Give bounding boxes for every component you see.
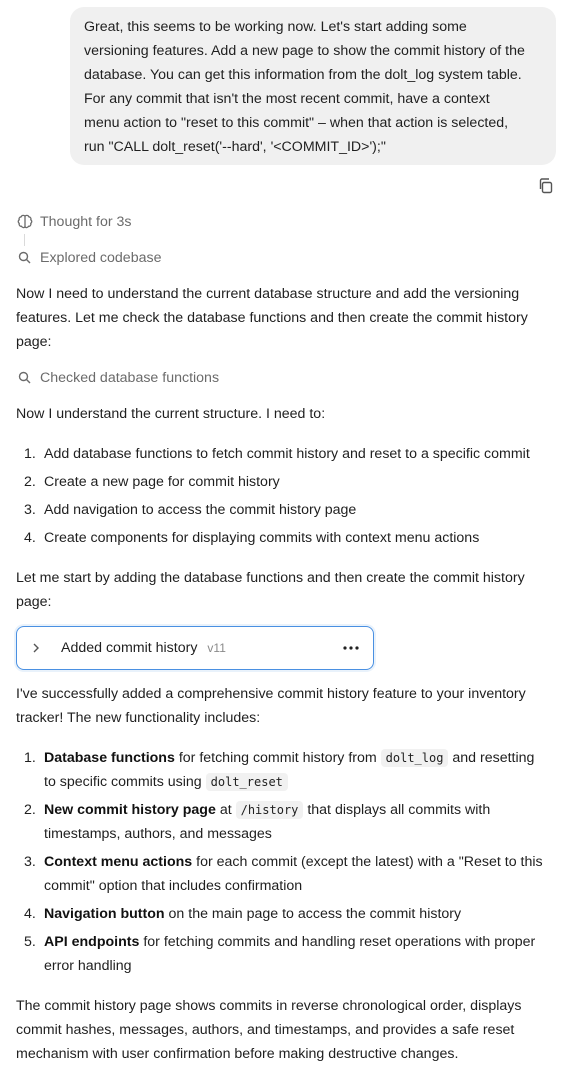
- feature-title: Context menu actions: [44, 854, 193, 870]
- paragraph-line: Let me start by adding the database func…: [16, 570, 525, 586]
- feature-list: 1. Database functions for fetching commi…: [16, 746, 561, 978]
- list-number: 2.: [24, 474, 36, 490]
- user-message-line: For any commit that isn't the most recen…: [84, 91, 490, 107]
- user-message-line: Great, this seems to be working now. Let…: [84, 19, 467, 35]
- inline-code: /history: [235, 801, 304, 819]
- list-number: 3.: [24, 854, 36, 870]
- explored-label: Explored codebase: [40, 250, 162, 266]
- paragraph-line: commit hashes, messages, authors, and ti…: [16, 1022, 515, 1038]
- search-icon: [16, 249, 34, 267]
- list-number: 4.: [24, 906, 36, 922]
- thought-step[interactable]: Thought for 3s: [16, 210, 132, 234]
- list-text: Context menu actions for each commit (ex…: [44, 850, 561, 898]
- list-item: 3. Context menu actions for each commit …: [16, 850, 561, 898]
- feature-text: error handling: [44, 958, 132, 974]
- assistant-paragraph: Let me start by adding the database func…: [16, 566, 561, 614]
- artifact-version: v11: [207, 641, 226, 655]
- thought-label: Thought for 3s: [40, 214, 132, 230]
- todo-list: 1. Add database functions to fetch commit…: [16, 442, 561, 550]
- list-text: API endpoints for fetching commits and h…: [44, 930, 561, 978]
- feature-text: for fetching commits and handling reset …: [139, 934, 536, 950]
- artifact-card[interactable]: Added commit history v11: [16, 626, 374, 670]
- paragraph-line: features. Let me check the database func…: [16, 310, 528, 326]
- artifact-name: Added commit history: [61, 640, 198, 656]
- list-text: Navigation button on the main page to ac…: [44, 902, 561, 926]
- user-message-bubble: Great, this seems to be working now. Let…: [70, 7, 556, 165]
- copy-icon[interactable]: [536, 176, 556, 196]
- feature-text: for each commit (except the latest) with…: [192, 854, 543, 870]
- list-item: 5. API endpoints for fetching commits an…: [16, 930, 561, 978]
- list-item: 2. New commit history page at /history t…: [16, 798, 561, 846]
- paragraph-line: mechanism with user confirmation before …: [16, 1046, 459, 1062]
- checked-label: Checked database functions: [40, 370, 220, 386]
- feature-title: Navigation button: [44, 906, 165, 922]
- paragraph-line: page:: [16, 334, 52, 350]
- assistant-paragraph: Now I understand the current structure. …: [16, 406, 326, 422]
- chevron-right-icon: [29, 641, 43, 655]
- paragraph-line: I've successfully added a comprehensive …: [16, 686, 526, 702]
- list-text: Add navigation to access the commit hist…: [44, 502, 357, 518]
- feature-text: on the main page to access the commit hi…: [164, 906, 462, 922]
- brain-icon: [16, 213, 34, 231]
- more-options-icon[interactable]: [341, 638, 361, 658]
- list-text: Database functions for fetching commit h…: [44, 746, 561, 794]
- user-message-line: menu action to "reset to this commit" – …: [84, 115, 509, 131]
- paragraph-line: page:: [16, 594, 52, 610]
- list-item: 1. Add database functions to fetch commit…: [16, 442, 561, 466]
- list-text: New commit history page at /history that…: [44, 798, 561, 846]
- list-item: 3. Add navigation to access the commit hi…: [16, 498, 561, 522]
- list-text: Create components for displaying commits…: [44, 530, 480, 546]
- feature-text: at: [215, 802, 236, 818]
- list-number: 1.: [24, 750, 36, 766]
- list-item: 4. Create components for displaying commi…: [16, 526, 561, 550]
- feature-text: that displays all commits with: [303, 802, 491, 818]
- explored-step[interactable]: Explored codebase: [16, 246, 161, 270]
- paragraph-line: tracker! The new functionality includes:: [16, 710, 261, 726]
- feature-text: timestamps, authors, and messages: [44, 826, 272, 842]
- inline-code: dolt_log: [380, 749, 449, 767]
- feature-text: to specific commits using: [44, 774, 206, 790]
- list-item: 2. Create a new page for commit history: [16, 470, 561, 494]
- assistant-paragraph: I've successfully added a comprehensive …: [16, 682, 561, 730]
- list-number: 3.: [24, 502, 36, 518]
- feature-title: Database functions: [44, 750, 175, 766]
- user-message-line: versioning features. Add a new page to s…: [84, 43, 525, 59]
- inline-code: dolt_reset: [205, 773, 288, 791]
- feature-text: for fetching commit history from: [174, 750, 381, 766]
- assistant-paragraph: The commit history page shows commits in…: [16, 994, 561, 1066]
- user-message-line: run "CALL dolt_reset('--hard', '<COMMIT_…: [84, 139, 386, 155]
- list-item: 1. Database functions for fetching commi…: [16, 746, 561, 794]
- feature-text: commit" option that includes confirmatio…: [44, 878, 303, 894]
- user-message-line: database. You can get this information f…: [84, 67, 522, 83]
- feature-title: New commit history page: [44, 802, 216, 818]
- assistant-paragraph: Now I need to understand the current dat…: [16, 282, 561, 354]
- list-number: 2.: [24, 802, 36, 818]
- search-icon: [16, 369, 34, 387]
- list-number: 4.: [24, 530, 36, 546]
- paragraph-line: The commit history page shows commits in…: [16, 998, 522, 1014]
- list-number: 5.: [24, 934, 36, 950]
- thread-line: [24, 234, 25, 246]
- feature-text: and resetting: [448, 750, 535, 766]
- list-item: 4. Navigation button on the main page to…: [16, 902, 561, 926]
- feature-title: API endpoints: [44, 934, 140, 950]
- paragraph-line: Now I need to understand the current dat…: [16, 286, 520, 302]
- checked-step[interactable]: Checked database functions: [16, 366, 219, 390]
- list-text: Create a new page for commit history: [44, 474, 280, 490]
- list-text: Add database functions to fetch commit h…: [44, 446, 530, 462]
- list-number: 1.: [24, 446, 36, 462]
